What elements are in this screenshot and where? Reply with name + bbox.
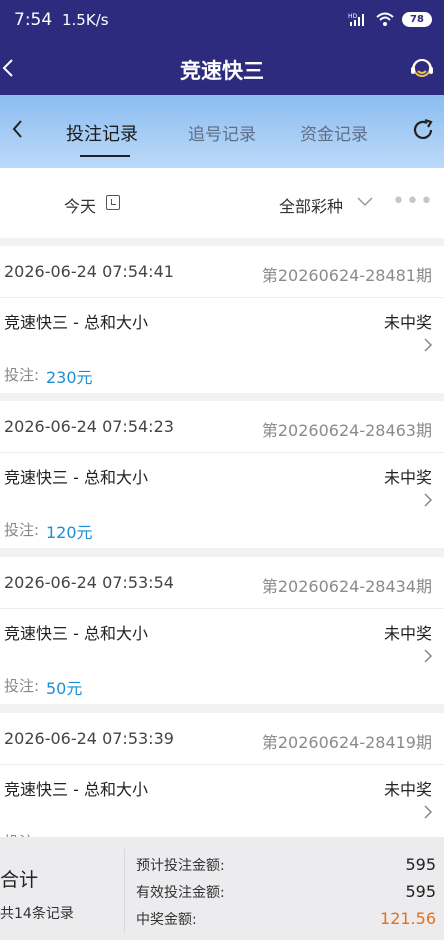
tab-fund-records[interactable]: 资金记录 [300, 120, 368, 145]
record-tabs: 投注记录 追号记录 资金记录 [0, 95, 444, 168]
record-issue: 第20260624-28463期 [261, 421, 432, 440]
record-issue: 第20260624-28419期 [261, 733, 432, 752]
calendar-icon[interactable] [106, 195, 120, 210]
record-result: 未中奖 [383, 313, 432, 332]
battery-icon: 78 [402, 11, 432, 27]
record-time: 2026-06-24 07:54:41 [4, 262, 174, 281]
summary-separator [124, 849, 125, 933]
chevron-right-icon[interactable] [422, 336, 434, 354]
valid-value: 595 [405, 882, 436, 901]
lottery-filter[interactable]: 全部彩种 [279, 193, 343, 217]
stake-label: 投注: [4, 521, 40, 539]
active-tab-underline [80, 155, 130, 157]
status-icons: HD 78 [348, 11, 432, 27]
win-value: 121.56 [380, 909, 436, 928]
chevron-right-icon[interactable] [422, 803, 434, 821]
stake-amount: 50元 [46, 679, 83, 698]
date-filter[interactable]: 今天 [64, 193, 96, 217]
more-icon[interactable]: ••• [392, 191, 434, 213]
record-result: 未中奖 [383, 624, 432, 643]
win-label: 中奖金额: [136, 912, 197, 928]
svg-text:HD: HD [348, 13, 358, 20]
record-result: 未中奖 [383, 468, 432, 487]
record-time: 2026-06-24 07:54:23 [4, 417, 174, 436]
record-issue: 第20260624-28481期 [261, 266, 432, 285]
tab-chase-records[interactable]: 追号记录 [188, 120, 256, 145]
stake-amount: 230元 [46, 368, 93, 387]
divider [0, 764, 444, 765]
summary-total-label: 合计 [0, 869, 39, 891]
expected-value: 595 [405, 855, 436, 874]
app-header: 竞速快三 [0, 40, 444, 95]
record-time: 2026-06-24 07:53:39 [4, 729, 174, 748]
summary-expected-row: 预计投注金额: 595 [136, 855, 436, 875]
record-game: 竞速快三 - 总和大小 [4, 313, 148, 332]
hd-signal-icon: HD [348, 13, 364, 26]
chevron-right-icon[interactable] [422, 647, 434, 665]
record-card[interactable]: 2026-06-24 07:54:23 第20260624-28463期 竞速快… [0, 401, 444, 548]
chevron-right-icon[interactable] [422, 491, 434, 509]
record-game: 竞速快三 - 总和大小 [4, 468, 148, 487]
summary-record-count: 共14条记录 [0, 906, 74, 922]
valid-label: 有效投注金额: [136, 885, 225, 901]
divider [0, 297, 444, 298]
refresh-icon[interactable] [410, 117, 436, 143]
status-time: 7:54 [14, 10, 53, 30]
summary-panel: 合计 共14条记录 预计投注金额: 595 有效投注金额: 595 中奖金额: … [0, 837, 444, 940]
divider [0, 452, 444, 453]
record-issue: 第20260624-28434期 [261, 577, 432, 596]
record-time: 2026-06-24 07:53:54 [4, 573, 174, 592]
record-result: 未中奖 [383, 780, 432, 799]
divider [0, 608, 444, 609]
record-game: 竞速快三 - 总和大小 [4, 624, 148, 643]
tabs-back-icon[interactable] [8, 117, 28, 141]
summary-win-row: 中奖金额: 121.56 [136, 909, 436, 929]
stake-amount: 120元 [46, 523, 93, 542]
tab-bet-records[interactable]: 投注记录 [66, 120, 138, 146]
chevron-down-icon[interactable] [355, 194, 375, 208]
filter-bar: 今天 全部彩种 ••• [0, 168, 444, 238]
customer-service-icon[interactable] [408, 54, 436, 82]
stake-label: 投注: [4, 677, 40, 695]
record-card[interactable]: 2026-06-24 07:54:41 第20260624-28481期 竞速快… [0, 246, 444, 393]
status-speed: 1.5K/s [62, 11, 109, 29]
record-game: 竞速快三 - 总和大小 [4, 780, 148, 799]
wifi-icon [376, 12, 394, 26]
stake-label: 投注: [4, 366, 40, 384]
summary-valid-row: 有效投注金额: 595 [136, 882, 436, 902]
status-bar: 7:54 1.5K/s HD 78 [0, 0, 444, 40]
expected-label: 预计投注金额: [136, 858, 225, 874]
page-title: 竞速快三 [180, 59, 264, 83]
record-card[interactable]: 2026-06-24 07:53:54 第20260624-28434期 竞速快… [0, 557, 444, 704]
